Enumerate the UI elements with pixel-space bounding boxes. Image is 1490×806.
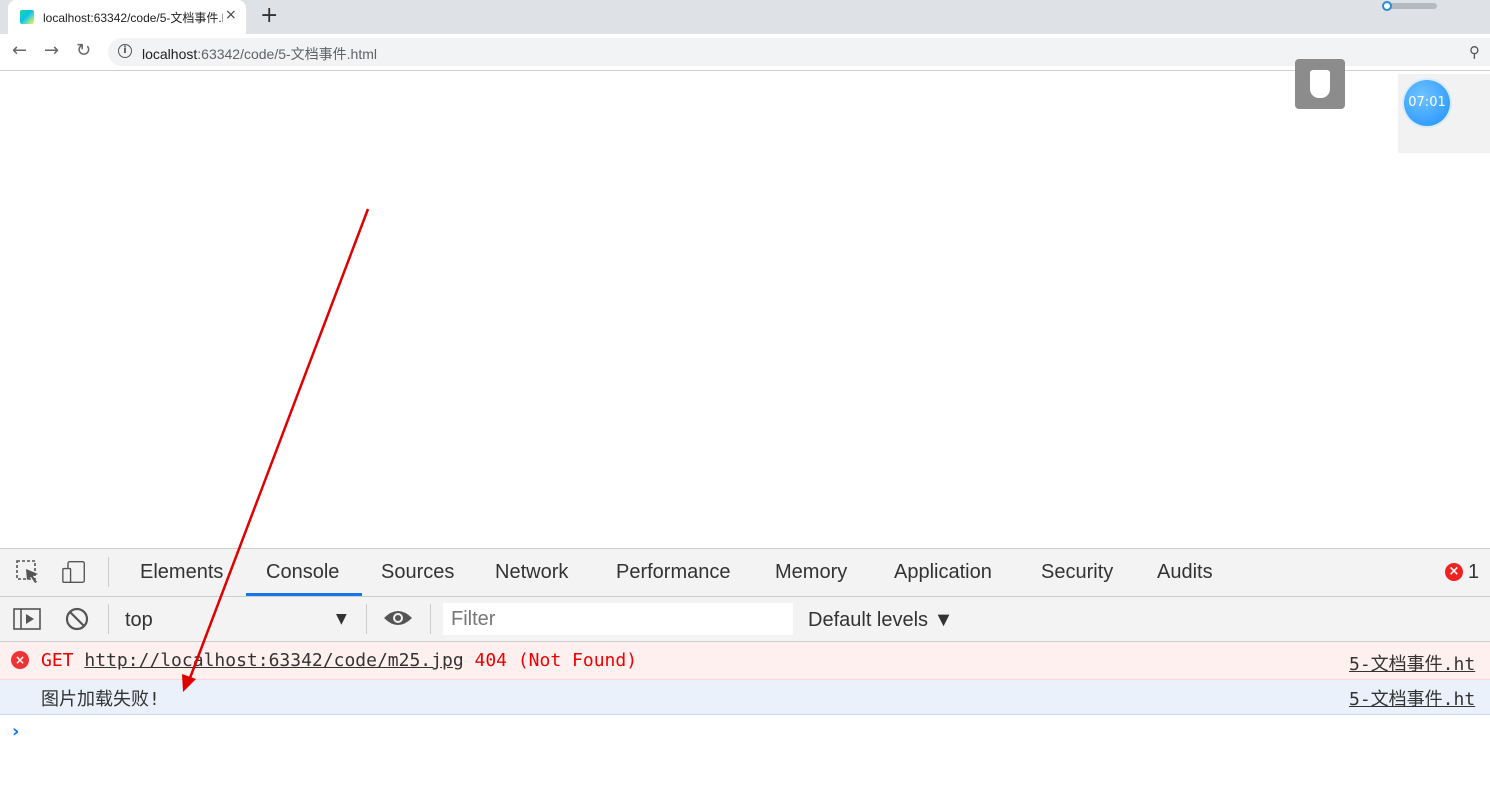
devtools-panel: Elements Console Sources Network Perform…	[0, 548, 1490, 806]
tab-memory[interactable]: Memory	[775, 561, 847, 584]
error-count[interactable]: 1	[1468, 561, 1479, 584]
site-info-icon[interactable]: i	[118, 44, 132, 58]
device-toolbar-icon[interactable]	[62, 559, 86, 585]
usb-eject-widget[interactable]	[1295, 59, 1345, 109]
browser-tab[interactable]: localhost:63342/code/5-文档事件.html ×	[8, 0, 246, 34]
tab-strip: localhost:63342/code/5-文档事件.html × +	[0, 0, 1490, 34]
tab-close-icon[interactable]: ×	[225, 7, 237, 23]
tab-title: localhost:63342/code/5-文档事件.html	[43, 11, 223, 25]
console-log-message: 图片加载失败! 5-文档事件.ht	[0, 680, 1490, 715]
console-error-message: × GET http://localhost:63342/code/m25.jp…	[0, 642, 1490, 680]
console-prompt-icon[interactable]: ›	[12, 721, 19, 742]
tab-sources[interactable]: Sources	[381, 561, 454, 584]
context-selector[interactable]: top	[125, 609, 153, 632]
tab-application[interactable]: Application	[894, 561, 992, 584]
console-toolbar: top ▼ Default levels ▼	[0, 597, 1490, 642]
error-icon: ×	[11, 651, 29, 669]
new-tab-button[interactable]: +	[260, 3, 278, 28]
tab-security[interactable]: Security	[1041, 561, 1113, 584]
forward-arrow-icon[interactable]: →	[44, 40, 59, 61]
tab-elements[interactable]: Elements	[140, 561, 223, 584]
url-text: localhost:63342/code/5-文档事件.html	[142, 44, 377, 64]
error-text: GET http://localhost:63342/code/m25.jpg …	[41, 650, 637, 671]
filter-input[interactable]	[443, 603, 793, 635]
tab-performance[interactable]: Performance	[616, 561, 731, 584]
usb-plug-icon	[1310, 70, 1330, 98]
log-levels-dropdown[interactable]: Default levels ▼	[808, 609, 953, 632]
address-bar[interactable]: i localhost:63342/code/5-文档事件.html ⚲	[108, 38, 1490, 66]
request-url-link[interactable]: http://localhost:63342/code/m25.jpg	[84, 650, 463, 671]
window-slider-widget[interactable]	[1382, 1, 1437, 11]
tab-audits[interactable]: Audits	[1157, 561, 1213, 584]
back-arrow-icon[interactable]: ←	[12, 40, 27, 61]
toolbar-divider	[366, 604, 367, 634]
toolbar-divider	[108, 557, 109, 587]
zoom-icon[interactable]: ⚲	[1469, 43, 1480, 61]
devtools-tab-bar: Elements Console Sources Network Perform…	[0, 549, 1490, 597]
url-host: localhost	[142, 46, 198, 62]
clear-console-icon[interactable]	[65, 607, 89, 631]
log-text: 图片加载失败!	[41, 689, 160, 710]
show-sidebar-icon[interactable]	[13, 608, 41, 630]
webstorm-favicon-icon	[20, 10, 34, 24]
toolbar-divider	[430, 604, 431, 634]
tab-network[interactable]: Network	[495, 561, 568, 584]
active-tab-indicator	[246, 593, 362, 596]
url-path: :63342/code/5-文档事件.html	[197, 46, 378, 62]
reload-icon[interactable]: ↻	[76, 40, 91, 61]
tab-console[interactable]: Console	[266, 561, 339, 584]
request-status: 404 (Not Found)	[474, 650, 638, 671]
navigation-bar: ← → ↻ i localhost:63342/code/5-文档事件.html…	[0, 34, 1490, 71]
live-expression-eye-icon[interactable]	[383, 608, 413, 628]
timer-badge[interactable]: 07:01	[1404, 80, 1450, 126]
context-dropdown-icon[interactable]: ▼	[336, 611, 347, 627]
error-count-icon[interactable]: ×	[1445, 563, 1463, 581]
inspect-element-icon[interactable]	[16, 559, 40, 585]
source-link[interactable]: 5-文档事件.ht	[1349, 650, 1475, 676]
source-link[interactable]: 5-文档事件.ht	[1349, 685, 1475, 711]
request-method: GET	[41, 650, 74, 671]
toolbar-divider	[108, 604, 109, 634]
